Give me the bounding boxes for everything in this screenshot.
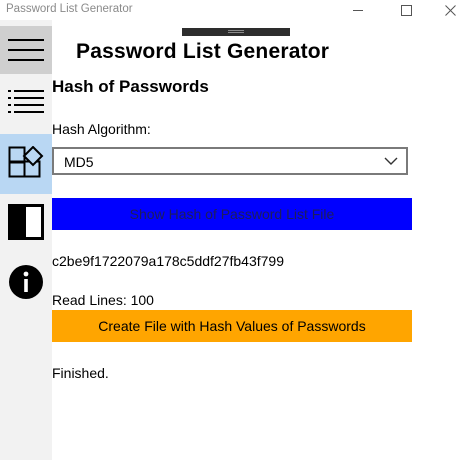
shapes-icon: [8, 146, 44, 178]
sidebar-item-hash[interactable]: [0, 134, 52, 194]
minimize-icon: [353, 9, 363, 11]
list-icon: [8, 90, 44, 113]
page-title: Password List Generator: [76, 40, 330, 63]
read-lines-count: Read Lines: 100: [52, 292, 154, 308]
status-text: Finished.: [52, 365, 109, 381]
hash-value: c2be9f1722079a178c5ddf27fb43f799: [52, 253, 284, 269]
grip-icon: [228, 30, 244, 31]
hash-algorithm-select[interactable]: MD5: [52, 147, 408, 175]
info-icon: [9, 265, 43, 299]
window-title: Password List Generator: [6, 3, 133, 15]
show-hash-button[interactable]: Show Hash of Password List File: [52, 198, 412, 230]
hash-algorithm-value: MD5: [64, 154, 94, 170]
create-hash-file-button[interactable]: Create File with Hash Values of Password…: [52, 310, 412, 342]
close-icon: [444, 4, 456, 16]
chevron-down-icon: [384, 157, 398, 165]
sidebar: [0, 20, 52, 460]
drag-handle[interactable]: [182, 28, 290, 36]
title-bar: Password List Generator: [0, 0, 472, 20]
sidebar-item-theme[interactable]: [0, 198, 52, 246]
maximize-icon: [400, 4, 412, 16]
contrast-icon: [8, 204, 44, 240]
minimize-button[interactable]: [335, 0, 381, 20]
hash-algorithm-label: Hash Algorithm:: [52, 121, 151, 137]
close-button[interactable]: [427, 0, 472, 20]
maximize-button[interactable]: [383, 0, 429, 20]
section-title: Hash of Passwords: [52, 77, 209, 96]
sidebar-item-menu[interactable]: [0, 26, 52, 74]
sidebar-item-about[interactable]: [0, 258, 52, 306]
hamburger-menu-icon: [8, 39, 44, 61]
sidebar-item-list[interactable]: [0, 78, 52, 126]
